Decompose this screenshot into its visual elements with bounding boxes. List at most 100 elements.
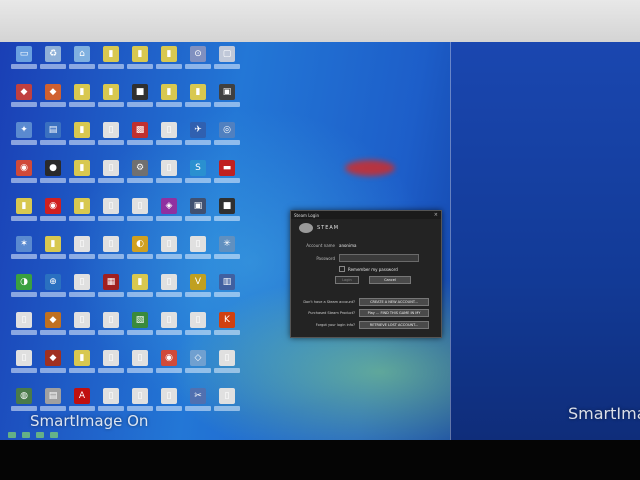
desktop-icon[interactable]: ✶	[10, 236, 38, 274]
desktop-icon[interactable]: S	[184, 160, 212, 198]
desktop-icon[interactable]: ✂	[184, 388, 212, 426]
desktop-icon[interactable]: ▯	[184, 312, 212, 350]
desktop-icon[interactable]: ▯	[97, 160, 125, 198]
desktop-icon[interactable]: ◑	[10, 274, 38, 312]
desktop-icon-label	[98, 178, 124, 183]
password-input[interactable]	[339, 254, 419, 262]
desktop-icon[interactable]: ◈	[155, 198, 183, 236]
desktop-icon[interactable]: ✦	[10, 122, 38, 160]
document-icon: ▯	[16, 312, 32, 328]
desktop-icon[interactable]: V	[184, 274, 212, 312]
desktop-icon[interactable]: ⊙	[184, 46, 212, 84]
desktop-icon[interactable]: ▮	[68, 84, 96, 122]
desktop-icon[interactable]: ◉	[10, 160, 38, 198]
desktop-icon[interactable]: ▤	[39, 122, 67, 160]
desktop-icon[interactable]: ◆	[39, 312, 67, 350]
desktop-icon[interactable]: ▧	[126, 312, 154, 350]
desktop-icon[interactable]: ◆	[39, 350, 67, 388]
desktop-icon[interactable]: ◉	[39, 198, 67, 236]
adobe-reader-icon: A	[74, 388, 90, 404]
desktop-icon[interactable]: ▯	[155, 388, 183, 426]
desktop-icon[interactable]: ◆	[39, 84, 67, 122]
desktop-icon[interactable]: ⌂	[68, 46, 96, 84]
desktop-icon[interactable]: ▯	[126, 350, 154, 388]
desktop-icon[interactable]: ▯	[155, 236, 183, 274]
desktop-icon[interactable]: ◉	[155, 350, 183, 388]
desktop-icon[interactable]: ▭	[10, 46, 38, 84]
cancel-button[interactable]: Cancel	[369, 276, 411, 284]
desktop-icon[interactable]: ▬	[213, 160, 241, 198]
desktop-icon[interactable]: ▯	[97, 350, 125, 388]
start-icon[interactable]	[8, 432, 16, 438]
desktop-icon[interactable]: ▯	[213, 388, 241, 426]
desktop-icon[interactable]: ◐	[126, 236, 154, 274]
desktop-icon[interactable]: K	[213, 312, 241, 350]
desktop-icon[interactable]: ▮	[68, 198, 96, 236]
desktop-icon[interactable]: ▯	[97, 236, 125, 274]
desktop-icon[interactable]: ▯	[97, 122, 125, 160]
desktop-icon[interactable]: ▮	[155, 46, 183, 84]
desktop-icon[interactable]: ✈	[184, 122, 212, 160]
taskbar-app-icon[interactable]	[36, 432, 44, 438]
desktop-icon[interactable]: ▯	[126, 198, 154, 236]
desktop-icon[interactable]: ▮	[68, 160, 96, 198]
desktop-icon[interactable]: ▢	[213, 46, 241, 84]
desktop-icon[interactable]: ♻	[39, 46, 67, 84]
desktop-icon[interactable]: ▮	[126, 274, 154, 312]
desktop-icon[interactable]: ▯	[97, 198, 125, 236]
desktop-icon[interactable]: ▮	[68, 122, 96, 160]
program-icon: ◍	[16, 388, 32, 404]
desktop-icon[interactable]: ▯	[213, 350, 241, 388]
close-icon[interactable]: ×	[434, 212, 438, 218]
document-icon: ▯	[219, 388, 235, 404]
desktop-icon[interactable]: ▯	[97, 312, 125, 350]
desktop-icon[interactable]: ▯	[68, 236, 96, 274]
desktop-icon[interactable]: ▯	[10, 312, 38, 350]
create-account-button[interactable]: CREATE A NEW ACCOUNT...	[359, 298, 429, 306]
desktop-icon[interactable]: ▯	[10, 350, 38, 388]
desktop-icon[interactable]: ▥	[213, 274, 241, 312]
desktop-icon[interactable]: ▣	[213, 84, 241, 122]
desktop-icon[interactable]: ◆	[10, 84, 38, 122]
desktop-icon[interactable]: ■	[126, 84, 154, 122]
desktop-icon[interactable]: ▣	[184, 198, 212, 236]
desktop-icon[interactable]: ▩	[126, 122, 154, 160]
desktop-icon[interactable]: ▮	[39, 236, 67, 274]
desktop-icon-label	[11, 216, 37, 221]
desktop-icon[interactable]: ▮	[68, 350, 96, 388]
desktop-icon[interactable]: ▮	[10, 198, 38, 236]
desktop-icon[interactable]: ◎	[213, 122, 241, 160]
desktop-icon[interactable]: ▮	[97, 46, 125, 84]
desktop-icon[interactable]: ▯	[68, 312, 96, 350]
desktop-icon[interactable]: ●	[39, 160, 67, 198]
desktop-icon[interactable]: ▮	[155, 84, 183, 122]
product-button[interactable]: Play ... FIND THIS GAME IN MY	[359, 309, 429, 317]
desktop-icon[interactable]: ▯	[155, 274, 183, 312]
folder-icon: ▮	[74, 84, 90, 100]
desktop-icon[interactable]: ■	[213, 198, 241, 236]
desktop-icon[interactable]: ⚙	[126, 160, 154, 198]
login-button[interactable]: Login	[335, 276, 359, 284]
taskbar-app-icon[interactable]	[22, 432, 30, 438]
account-value[interactable]: anonima	[339, 243, 356, 248]
desktop-icon[interactable]: ▮	[126, 46, 154, 84]
desktop-icon[interactable]: ⊕	[39, 274, 67, 312]
account-row: Account name anonima	[297, 243, 356, 248]
desktop-icon[interactable]: ◇	[184, 350, 212, 388]
desktop-icon[interactable]: ▯	[68, 274, 96, 312]
retrieve-account-button[interactable]: RETRIEVE LOST ACCOUNT...	[359, 321, 429, 329]
desktop-icon[interactable]: ▦	[97, 274, 125, 312]
remember-checkbox[interactable]	[339, 266, 345, 272]
program-icon: ■	[219, 198, 235, 214]
desktop-icon[interactable]: ▮	[97, 84, 125, 122]
desktop-icon[interactable]: ▯	[155, 312, 183, 350]
taskbar-app-icon[interactable]	[50, 432, 58, 438]
shortcut-icon: ▢	[219, 46, 235, 62]
desktop-icon[interactable]: ▮	[184, 84, 212, 122]
desktop-icon[interactable]: ▯	[155, 160, 183, 198]
desktop-icon[interactable]: ▯	[184, 236, 212, 274]
desktop-icon[interactable]: ▯	[155, 122, 183, 160]
desktop-icon-label	[11, 330, 37, 335]
desktop-icon[interactable]: ✳	[213, 236, 241, 274]
window-titlebar[interactable]: Steam Login ×	[291, 211, 441, 219]
